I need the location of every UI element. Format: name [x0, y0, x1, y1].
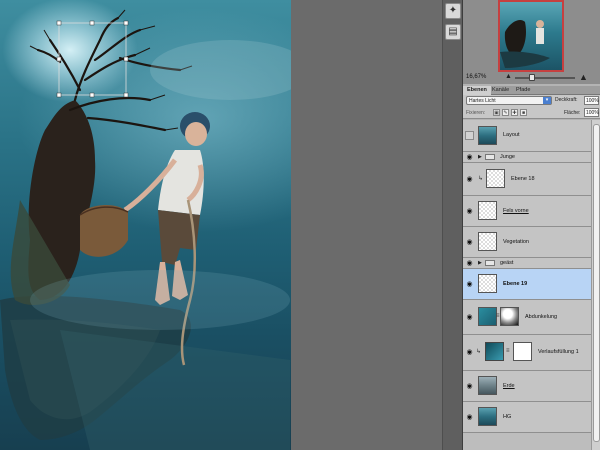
expand-arrow-icon[interactable]: ▶	[478, 154, 482, 160]
layer-row-selected[interactable]: ◉ Ebene 19	[463, 269, 591, 300]
layer-thumbnail	[478, 232, 497, 251]
tab-channels[interactable]: Kanäle	[488, 86, 513, 95]
eye-icon[interactable]: ◉	[465, 259, 474, 268]
zoom-slider-handle[interactable]	[529, 74, 535, 81]
layer-row[interactable]: ◉ Fels vorne	[463, 196, 591, 227]
lock-transparency-icon[interactable]: ▣	[493, 109, 500, 116]
layer-name: HG	[503, 414, 512, 420]
layer-row[interactable]: ◉ HG	[463, 402, 591, 433]
eye-icon[interactable]: ◉	[465, 207, 474, 216]
layer-row[interactable]: ◉ ↳ ≡ Verlaufsfüllung 1	[463, 335, 591, 371]
layer-name: Erde	[503, 383, 515, 389]
layer-thumbnail	[478, 274, 497, 293]
scrollbar-thumb[interactable]	[593, 124, 600, 442]
layer-row[interactable]: ◉ ≡ Abdunkelung	[463, 300, 591, 335]
opacity-label: Deckkraft:	[555, 97, 578, 103]
pasteboard	[291, 0, 441, 450]
layers-panel-tabs: Ebenen Kanäle Pfade	[463, 86, 600, 95]
chevron-down-icon: ▾	[543, 97, 551, 104]
navigator-panel-icon[interactable]: ✦	[445, 3, 461, 19]
layer-name: Junge	[500, 154, 515, 160]
layer-row[interactable]: ◉ Erde	[463, 371, 591, 402]
eye-icon[interactable]: ◉	[465, 313, 474, 322]
layer-thumbnail	[478, 376, 497, 395]
layer-name: Ebene 19	[503, 281, 528, 287]
lock-label: Fixieren:	[466, 110, 486, 116]
layer-row[interactable]: ◉ ↳ Ebene 18	[463, 163, 591, 196]
navigator-preview-image	[500, 20, 550, 68]
panel-dock: 16,67% ▲ ▲ Ebenen Kanäle Pfade Hartes Li…	[462, 0, 600, 450]
layer-thumbnail	[478, 126, 497, 145]
layers-list: Layout ◉ ▶ Junge ◉ ↳ Ebene 18 ◉ Fels vor…	[463, 120, 591, 450]
clipping-arrow-icon: ↳	[476, 349, 482, 355]
clipping-arrow-icon: ↳	[478, 176, 484, 182]
navigator-preview[interactable]	[498, 0, 564, 72]
gradient-fill-thumbnail	[485, 342, 504, 361]
layer-thumbnail	[478, 307, 497, 326]
blend-controls: Hartes Licht ▾ Deckkraft: 100%	[463, 95, 600, 107]
layer-mask-thumbnail[interactable]	[500, 307, 519, 326]
blend-mode-select[interactable]: Hartes Licht ▾	[466, 96, 552, 105]
eye-icon[interactable]: ◉	[465, 175, 474, 184]
layer-thumbnail	[486, 169, 505, 188]
layer-name: Layout	[503, 132, 520, 138]
layers-scrollbar[interactable]	[591, 120, 600, 450]
panel-icon-strip: ✦ ▤	[442, 0, 462, 450]
lock-position-icon[interactable]: ✚	[511, 109, 518, 116]
layer-thumbnail	[478, 407, 497, 426]
layer-name: Verlaufsfüllung 1	[538, 349, 579, 355]
info-panel-icon[interactable]: ▤	[445, 24, 461, 40]
fill-label: Fläche:	[564, 110, 581, 116]
layer-name: geäst	[500, 260, 514, 266]
opacity-field[interactable]: 100%	[584, 96, 599, 105]
layer-row[interactable]: Layout	[463, 120, 591, 152]
fill-field[interactable]: 100%	[584, 108, 599, 117]
zoom-in-icon[interactable]: ▲	[579, 72, 588, 82]
expand-arrow-icon[interactable]: ▶	[478, 260, 482, 266]
eye-icon[interactable]: ◉	[465, 413, 474, 422]
link-icon[interactable]: ≡	[496, 313, 500, 319]
visibility-toggle[interactable]	[465, 131, 474, 140]
tab-paths[interactable]: Pfade	[512, 86, 534, 95]
artwork	[0, 9, 291, 450]
zoom-level[interactable]: 16,67%	[466, 74, 486, 80]
eye-icon[interactable]: ◉	[465, 348, 474, 357]
lock-all-icon[interactable]: ■	[520, 109, 527, 116]
lock-pixels-icon[interactable]: ✎	[502, 109, 509, 116]
folder-icon	[485, 260, 495, 266]
zoom-out-icon[interactable]: ▲	[505, 73, 512, 80]
layer-name: Vegetation	[503, 239, 529, 245]
zoom-slider[interactable]	[515, 77, 575, 79]
folder-icon	[485, 154, 495, 160]
eye-icon[interactable]: ◉	[465, 280, 474, 289]
layer-name: Abdunkelung	[525, 314, 558, 320]
layer-group-row[interactable]: ◉ ▶ geäst	[463, 258, 591, 269]
layer-group-row[interactable]: ◉ ▶ Junge	[463, 152, 591, 163]
eye-icon[interactable]: ◉	[465, 382, 474, 391]
link-icon[interactable]: ≡	[506, 348, 510, 354]
layer-thumbnail	[478, 201, 497, 220]
eye-icon[interactable]: ◉	[465, 153, 474, 162]
layer-mask-thumbnail[interactable]	[513, 342, 532, 361]
tab-layers[interactable]: Ebenen	[463, 86, 491, 95]
document-canvas[interactable]	[0, 0, 291, 450]
layer-name: Ebene 18	[511, 176, 535, 182]
navigator-panel: 16,67% ▲ ▲	[463, 0, 600, 84]
layer-name: Fels vorne	[503, 208, 529, 214]
eye-icon[interactable]: ◉	[465, 238, 474, 247]
lock-controls: Fixieren: ▣ ✎ ✚ ■ Fläche: 100%	[463, 107, 600, 119]
blend-mode-value: Hartes Licht	[469, 98, 496, 104]
layer-row[interactable]: ◉ Vegetation	[463, 227, 591, 258]
